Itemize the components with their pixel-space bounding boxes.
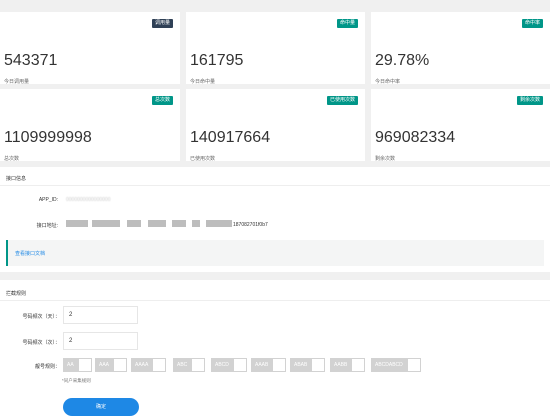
divider — [0, 185, 550, 186]
app-id-value: 0000000000000000 — [66, 197, 111, 203]
api-url-label: 接口地址: — [36, 223, 58, 229]
checkbox-label: AA — [63, 358, 78, 372]
checkbox-aa[interactable]: AA — [63, 358, 92, 372]
status-badge: 命中量 — [336, 19, 358, 28]
checkbox-aaab[interactable]: AAAB — [251, 358, 287, 372]
stat-value: 969082334 — [375, 129, 456, 146]
redacted-block — [172, 220, 186, 227]
stat-card-remaining: 剩余次数 969082334 剩余次数 — [371, 89, 550, 162]
stat-label: 已使用次数 — [190, 156, 216, 162]
api-doc-link[interactable]: 查看接口文档 — [15, 250, 45, 257]
checkbox-box[interactable] — [113, 358, 128, 372]
status-badge: 总次数 — [151, 96, 173, 105]
submit-button[interactable]: 确定 — [63, 398, 139, 416]
stat-card-used: 已使用次数 140917664 已使用次数 — [186, 89, 365, 162]
stat-card-total: 总次数 1109999998 总次数 — [0, 89, 180, 162]
stat-value: 543371 — [4, 52, 58, 69]
stat-value: 161795 — [190, 52, 244, 69]
stat-label: 总次数 — [4, 156, 20, 162]
checkbox-aabb[interactable]: AABB — [330, 358, 366, 372]
api-url-value[interactable]: 187082701f0b7 — [233, 222, 268, 228]
stat-card-hit-rate: 命中率 29.78% 今日命中率 — [371, 12, 550, 85]
checkbox-label: AAAB — [251, 358, 273, 372]
checkbox-label: ABAB — [290, 358, 312, 372]
checkbox-box[interactable] — [351, 358, 366, 372]
stat-value: 29.78% — [375, 52, 430, 69]
stat-label: 今日调用量 — [4, 79, 30, 85]
daily-frequency-input[interactable]: 2 — [63, 306, 138, 324]
checkbox-abcdabcd[interactable]: ABCDABCD — [371, 358, 421, 372]
status-badge: 命中率 — [521, 19, 543, 28]
checkbox-box[interactable] — [152, 358, 167, 372]
checkbox-label: AAA — [95, 358, 114, 372]
app-id-label: APP_ID: — [38, 197, 58, 203]
redacted-block — [66, 220, 88, 227]
checkbox-abab[interactable]: ABAB — [290, 358, 326, 372]
checkbox-box[interactable] — [406, 358, 421, 372]
segment-rule-label: 靓号规则： — [34, 364, 60, 370]
checkbox-box[interactable] — [311, 358, 326, 372]
hint-text: *同户采集规则 — [62, 378, 91, 383]
checkbox-label: ABC — [173, 358, 192, 372]
checkbox-box[interactable] — [272, 358, 287, 372]
stat-label: 剩余次数 — [375, 156, 396, 162]
stat-card-calls: 调用量 543371 今日调用量 — [0, 12, 180, 85]
stat-label: 今日命中量 — [190, 79, 216, 85]
doc-box: 查看接口文档 — [6, 240, 544, 266]
redacted-block — [92, 220, 120, 227]
checkbox-abc[interactable]: ABC — [173, 358, 206, 372]
panel-title: 接口信息 — [6, 176, 27, 182]
redacted-block — [206, 220, 232, 227]
stat-value: 1109999998 — [4, 129, 92, 146]
checkbox-label: ABCDABCD — [371, 358, 407, 372]
checkbox-label: AABB — [330, 358, 352, 372]
panel-title: 拦截规则 — [6, 291, 27, 297]
checkbox-label: AAAA — [131, 358, 153, 372]
status-badge: 剩余次数 — [516, 96, 543, 105]
stat-label: 今日命中率 — [375, 79, 401, 85]
times-frequency-input[interactable]: 2 — [63, 332, 138, 350]
checkbox-label: ABCD — [211, 358, 233, 372]
daily-frequency-label: 号码频次（天）： — [22, 314, 60, 320]
divider — [0, 300, 550, 301]
checkbox-aaa[interactable]: AAA — [95, 358, 128, 372]
status-badge: 调用量 — [151, 19, 173, 28]
checkbox-box[interactable] — [191, 358, 206, 372]
times-frequency-label: 号码频次（次）： — [22, 340, 60, 346]
redacted-block — [192, 220, 200, 227]
redacted-block — [127, 220, 141, 227]
checkbox-aaaa[interactable]: AAAA — [131, 358, 167, 372]
status-badge: 已使用次数 — [326, 96, 358, 105]
redacted-block — [148, 220, 166, 227]
checkbox-box[interactable] — [77, 358, 92, 372]
checkbox-abcd[interactable]: ABCD — [211, 358, 247, 372]
stat-value: 140917664 — [190, 129, 271, 146]
checkbox-box[interactable] — [232, 358, 247, 372]
stat-card-hits: 命中量 161795 今日命中量 — [186, 12, 365, 85]
